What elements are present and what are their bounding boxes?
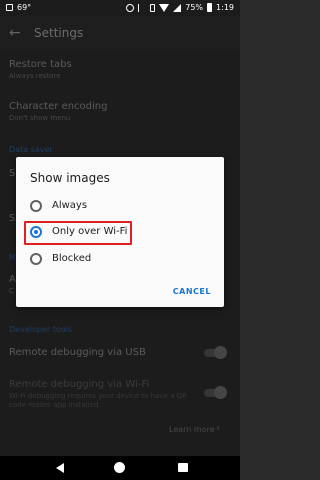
show-images-dialog: Show images Always Only over Wi-Fi Block… xyxy=(16,157,224,307)
status-bar: 69° 75% 1:19 xyxy=(0,0,240,16)
option-label: Blocked xyxy=(52,253,92,264)
bluetooth-icon xyxy=(138,3,146,12)
nav-app-icon[interactable] xyxy=(178,463,188,472)
radio-button-selected[interactable] xyxy=(30,226,42,238)
wifi-icon xyxy=(159,3,170,12)
battery-icon xyxy=(207,3,213,12)
cancel-button[interactable]: CANCEL xyxy=(173,287,211,296)
option-label: Always xyxy=(52,200,88,211)
clock-text: 1:19 xyxy=(216,3,234,12)
option-blocked[interactable]: Blocked xyxy=(24,248,214,272)
nav-home-icon[interactable] xyxy=(114,462,125,473)
battery-text: 75% xyxy=(185,3,204,12)
radio-button[interactable] xyxy=(30,253,42,265)
data-saver-icon xyxy=(126,3,135,12)
navigation-bar xyxy=(0,456,240,480)
notification-icon xyxy=(6,4,13,11)
option-label: Only over Wi-Fi xyxy=(52,226,128,237)
vibrate-icon xyxy=(150,3,156,12)
radio-button[interactable] xyxy=(30,200,42,212)
option-only-over-wifi[interactable]: Only over Wi-Fi xyxy=(24,221,132,245)
temperature-text: 69° xyxy=(17,3,32,12)
option-always[interactable]: Always xyxy=(24,195,214,219)
nav-back-icon[interactable] xyxy=(56,463,64,473)
signal-icon xyxy=(173,3,182,12)
dialog-title: Show images xyxy=(30,171,110,185)
